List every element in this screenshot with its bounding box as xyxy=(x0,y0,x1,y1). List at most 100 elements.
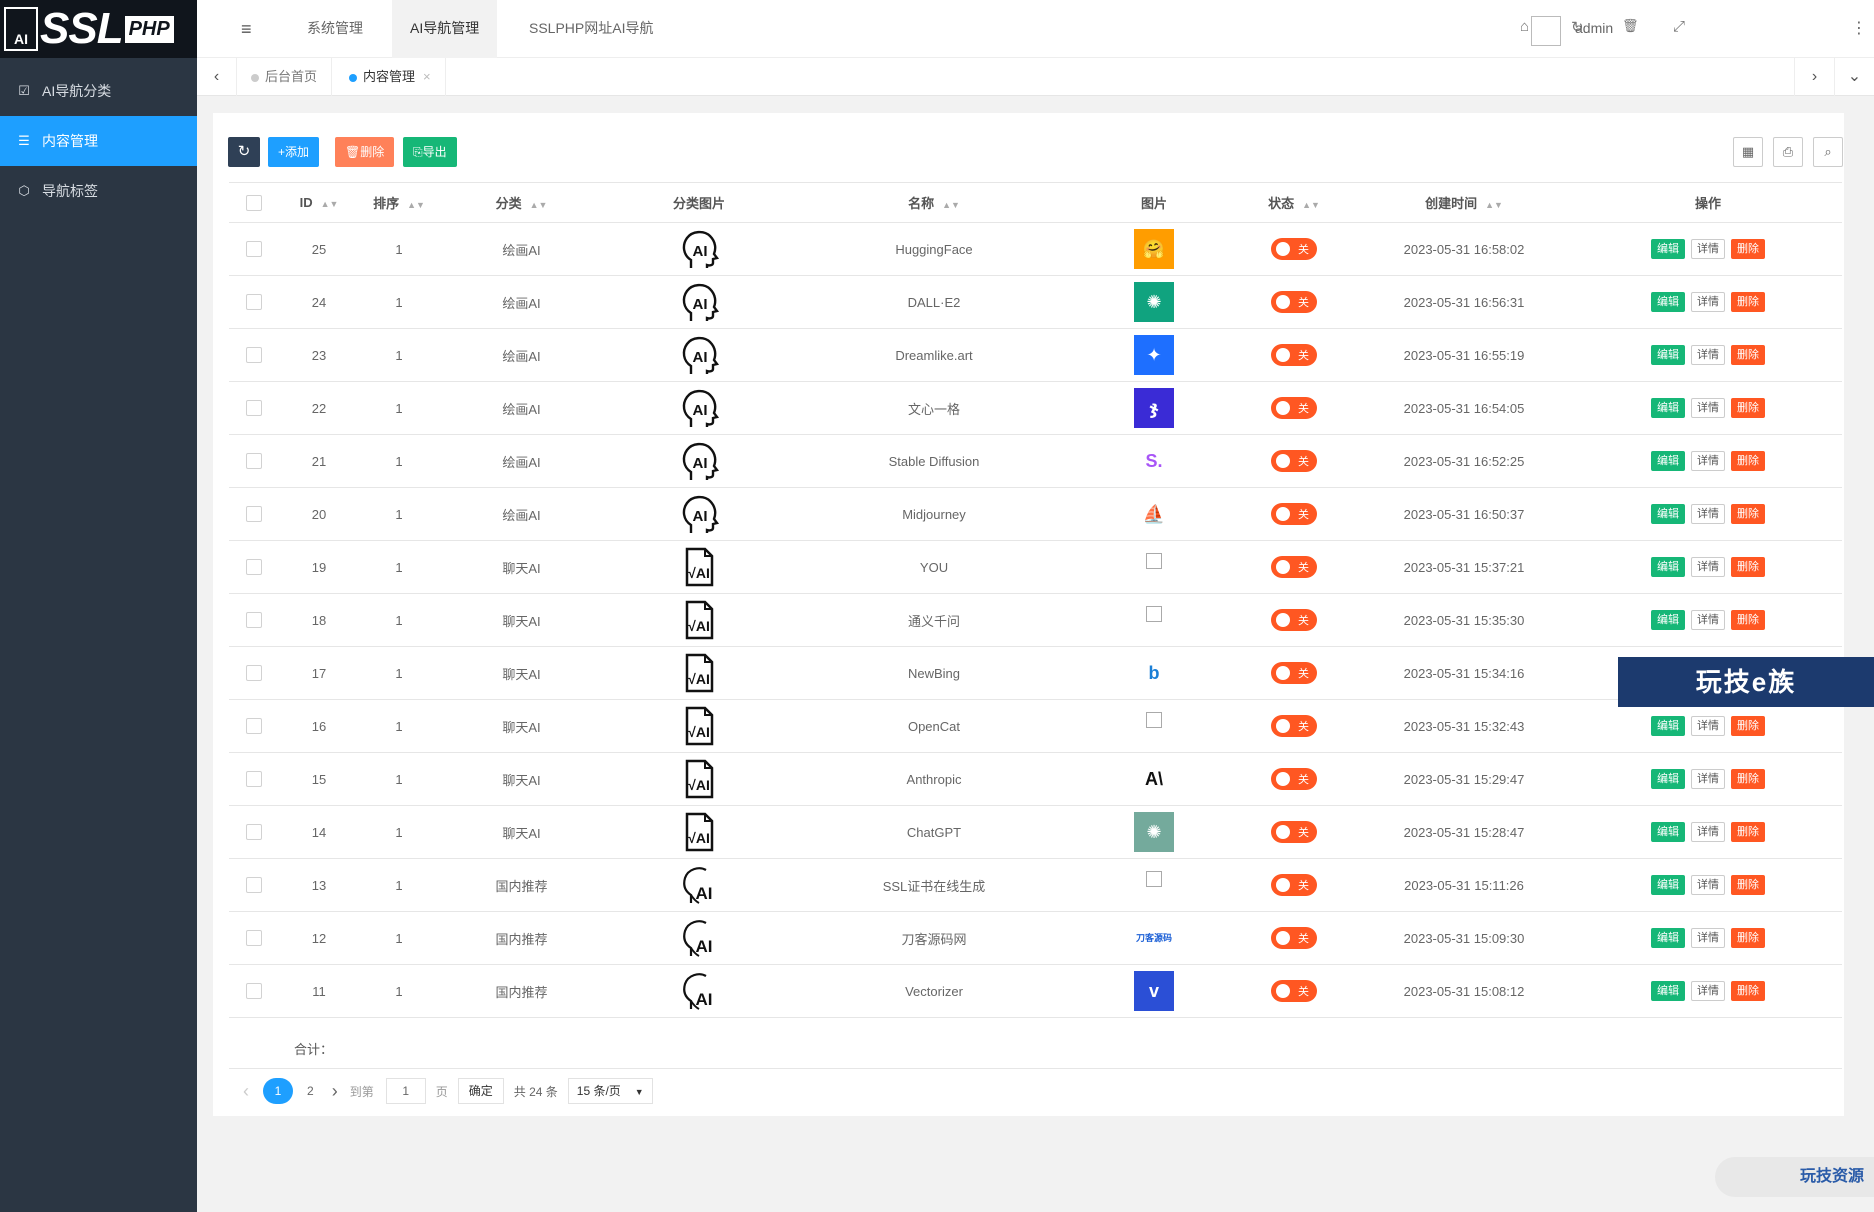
pager-page-2[interactable]: 2 xyxy=(307,1084,314,1098)
row-select-cell[interactable] xyxy=(229,222,279,276)
row-select-cell[interactable] xyxy=(229,275,279,329)
row-delete-button[interactable]: 删除 xyxy=(1731,875,1765,895)
tab-sslphp-ai-nav[interactable]: SSLPHP网址AI导航 xyxy=(511,0,671,58)
row-delete-button[interactable]: 删除 xyxy=(1731,769,1765,789)
tabs-prev-icon[interactable]: ‹ xyxy=(197,58,237,96)
row-checkbox[interactable] xyxy=(246,559,262,576)
row-delete-button[interactable]: 删除 xyxy=(1731,345,1765,365)
row-delete-button[interactable]: 删除 xyxy=(1731,504,1765,524)
row-delete-button[interactable]: 删除 xyxy=(1731,451,1765,471)
avatar[interactable] xyxy=(1531,16,1561,46)
status-toggle[interactable]: 关 xyxy=(1271,238,1317,260)
add-button[interactable]: +添加 xyxy=(268,137,320,167)
status-toggle[interactable]: 关 xyxy=(1271,503,1317,525)
status-toggle[interactable]: 关 xyxy=(1271,927,1317,949)
row-select-cell[interactable] xyxy=(229,328,279,382)
row-delete-button[interactable]: 删除 xyxy=(1731,557,1765,577)
columns-icon[interactable]: ▦ xyxy=(1733,137,1763,167)
status-toggle[interactable]: 关 xyxy=(1271,662,1317,684)
row-select-cell[interactable] xyxy=(229,805,279,859)
row-checkbox[interactable] xyxy=(246,400,262,417)
row-checkbox[interactable] xyxy=(246,930,262,947)
row-select-cell[interactable] xyxy=(229,646,279,700)
row-checkbox[interactable] xyxy=(246,877,262,894)
col-category[interactable]: 分类 ▲▼ xyxy=(439,182,604,223)
select-all-checkbox[interactable] xyxy=(246,194,262,211)
row-select-cell[interactable] xyxy=(229,964,279,1018)
edit-button[interactable]: 编辑 xyxy=(1651,504,1685,524)
export-button[interactable]: ⎘导出 xyxy=(403,137,457,167)
status-toggle[interactable]: 关 xyxy=(1271,556,1317,578)
row-delete-button[interactable]: 删除 xyxy=(1731,398,1765,418)
status-toggle[interactable]: 关 xyxy=(1271,291,1317,313)
row-delete-button[interactable]: 删除 xyxy=(1731,716,1765,736)
col-name[interactable]: 名称 ▲▼ xyxy=(794,182,1074,223)
edit-button[interactable]: 编辑 xyxy=(1651,822,1685,842)
edit-button[interactable]: 编辑 xyxy=(1651,769,1685,789)
sort-icon[interactable]: ▲▼ xyxy=(321,199,339,209)
detail-button[interactable]: 详情 xyxy=(1691,345,1725,365)
col-id[interactable]: ID ▲▼ xyxy=(279,182,359,223)
select-all-cell[interactable] xyxy=(229,182,279,223)
row-delete-button[interactable]: 删除 xyxy=(1731,292,1765,312)
detail-button[interactable]: 详情 xyxy=(1691,875,1725,895)
detail-button[interactable]: 详情 xyxy=(1691,610,1725,630)
edit-button[interactable]: 编辑 xyxy=(1651,610,1685,630)
pager-page-1[interactable]: 1 xyxy=(263,1078,293,1104)
detail-button[interactable]: 详情 xyxy=(1691,557,1725,577)
delete-button[interactable]: 🗑删除 xyxy=(335,137,395,167)
search-icon[interactable]: ⌕ xyxy=(1813,137,1843,167)
page-tab-home[interactable]: 后台首页 xyxy=(237,58,333,96)
row-checkbox[interactable] xyxy=(246,506,262,523)
status-toggle[interactable]: 关 xyxy=(1271,344,1317,366)
row-select-cell[interactable] xyxy=(229,434,279,488)
sort-icon[interactable]: ▲▼ xyxy=(942,200,960,210)
sort-icon[interactable]: ▲▼ xyxy=(1485,200,1503,210)
username[interactable]: admin xyxy=(1575,20,1613,36)
pager-prev-icon[interactable]: ‹ xyxy=(243,1081,249,1102)
detail-button[interactable]: 详情 xyxy=(1691,716,1725,736)
edit-button[interactable]: 编辑 xyxy=(1651,928,1685,948)
tab-system-manage[interactable]: 系统管理 xyxy=(289,0,381,58)
edit-button[interactable]: 编辑 xyxy=(1651,716,1685,736)
detail-button[interactable]: 详情 xyxy=(1691,504,1725,524)
tab-ai-nav-manage[interactable]: AI导航管理 xyxy=(392,0,498,58)
edit-button[interactable]: 编辑 xyxy=(1651,292,1685,312)
edit-button[interactable]: 编辑 xyxy=(1651,239,1685,259)
status-toggle[interactable]: 关 xyxy=(1271,609,1317,631)
row-checkbox[interactable] xyxy=(246,771,262,788)
row-delete-button[interactable]: 删除 xyxy=(1731,610,1765,630)
promo-banner[interactable]: 玩技e族 xyxy=(1618,657,1874,707)
print-icon[interactable]: ⎙ xyxy=(1773,137,1803,167)
row-checkbox[interactable] xyxy=(246,824,262,841)
row-checkbox[interactable] xyxy=(246,241,262,258)
home-icon[interactable]: ⌂ xyxy=(1520,18,1529,35)
page-tab-content[interactable]: 内容管理 × xyxy=(335,58,446,96)
row-select-cell[interactable] xyxy=(229,911,279,965)
sort-icon[interactable]: ▲▼ xyxy=(1302,200,1320,210)
detail-button[interactable]: 详情 xyxy=(1691,928,1725,948)
row-checkbox[interactable] xyxy=(246,453,262,470)
edit-button[interactable]: 编辑 xyxy=(1651,875,1685,895)
status-toggle[interactable]: 关 xyxy=(1271,715,1317,737)
status-toggle[interactable]: 关 xyxy=(1271,874,1317,896)
col-status[interactable]: 状态 ▲▼ xyxy=(1234,182,1354,223)
sidebar-item-0[interactable]: ☑ AI导航分类 xyxy=(0,66,197,116)
more-icon[interactable]: ⋮ xyxy=(1851,18,1867,38)
status-toggle[interactable]: 关 xyxy=(1271,980,1317,1002)
edit-button[interactable]: 编辑 xyxy=(1651,398,1685,418)
promo-corner[interactable]: 玩技资源 xyxy=(1715,1157,1874,1197)
app-logo[interactable]: AI SSL PHP xyxy=(0,0,197,58)
sort-icon[interactable]: ▲▼ xyxy=(530,200,548,210)
detail-button[interactable]: 详情 xyxy=(1691,451,1725,471)
row-checkbox[interactable] xyxy=(246,665,262,682)
status-toggle[interactable]: 关 xyxy=(1271,821,1317,843)
row-checkbox[interactable] xyxy=(246,612,262,629)
tabs-next-icon[interactable]: › xyxy=(1794,58,1834,96)
row-select-cell[interactable] xyxy=(229,381,279,435)
page-size-select[interactable]: 15 条/页 ▼ xyxy=(567,1078,653,1104)
trash-icon[interactable]: 🗑 xyxy=(1622,18,1639,34)
fullscreen-icon[interactable]: ⤢ xyxy=(1673,18,1685,35)
status-toggle[interactable]: 关 xyxy=(1271,397,1317,419)
row-checkbox[interactable] xyxy=(246,718,262,735)
